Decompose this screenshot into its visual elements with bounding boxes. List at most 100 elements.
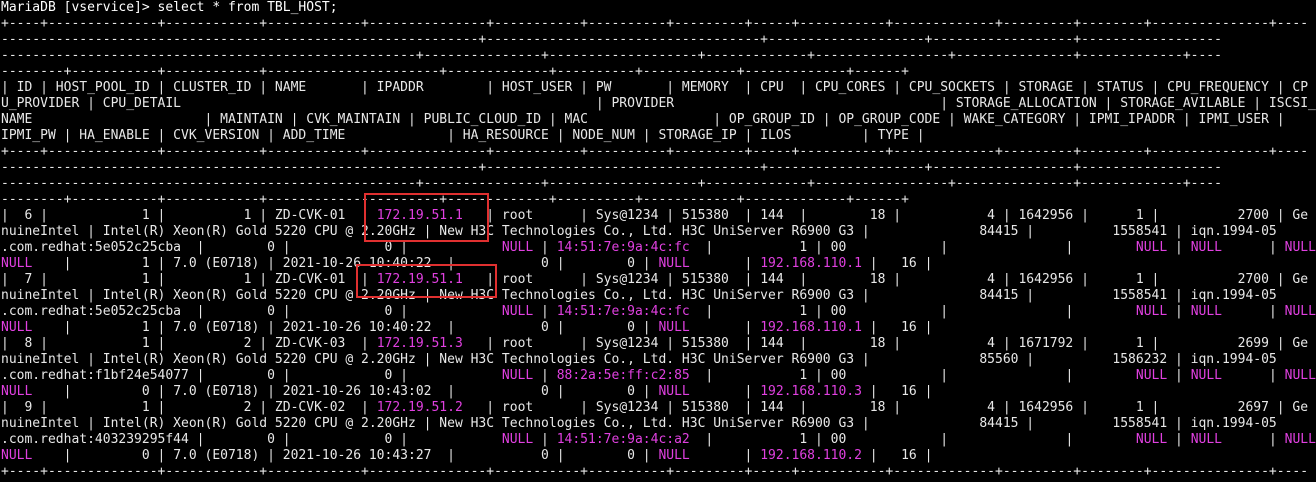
- terminal-output[interactable]: MariaDB [vservice]> select * from TBL_HO…: [1, 0, 1316, 482]
- text-segment: --------+-----------+------------+------…: [1, 192, 909, 207]
- text-segment: | 1 | 7.0 (E0718) | 2021-10-26 10:40:22 …: [32, 320, 659, 335]
- text-segment: |: [533, 240, 557, 255]
- text-segment: .com.redhat:403239295f44 | 0 | 0 |: [1, 432, 502, 447]
- terminal-line: NULL | 0 | 7.0 (E0718) | 2021-10-26 10:4…: [1, 448, 1316, 464]
- text-segment: | 1 | 00 | |: [689, 432, 1136, 447]
- null-value: NULL: [658, 256, 690, 271]
- null-value: NULL: [501, 368, 534, 383]
- terminal-line: IPMI_PW | HA_ENABLE | CVK_VERSION | ADD_…: [1, 128, 1316, 144]
- null-value: NULL: [1135, 432, 1168, 447]
- terminal-line: ----------------------------------------…: [1, 48, 1316, 64]
- terminal-line: +----+--------------+------------+------…: [1, 16, 1316, 32]
- ip-address-value: 172.19.51.1: [376, 272, 463, 287]
- text-segment: |: [533, 432, 557, 447]
- text-segment: | 16 |: [861, 256, 933, 271]
- text-segment: |: [1222, 368, 1285, 383]
- ip-address-value: 192.168.110.3: [760, 384, 862, 399]
- ip-address-value: 172.19.51.1: [376, 208, 463, 223]
- null-value: NULL: [1284, 304, 1316, 319]
- null-value: NULL: [1, 448, 33, 463]
- null-value: NULL: [1284, 432, 1316, 447]
- text-segment: |: [1167, 240, 1191, 255]
- terminal-line: NULL | 1 | 7.0 (E0718) | 2021-10-26 10:4…: [1, 256, 1316, 272]
- terminal-line: nuineIntel | Intel(R) Xeon(R) Gold 5220 …: [1, 224, 1316, 240]
- text-segment: | 1 | 00 | |: [689, 240, 1136, 255]
- terminal-line: +----+--------------+------------+------…: [1, 144, 1316, 160]
- text-segment: |: [1167, 432, 1191, 447]
- text-segment: +----+--------------+------------+------…: [1, 16, 1309, 31]
- null-value: NULL: [1135, 304, 1168, 319]
- text-segment: |: [689, 384, 761, 399]
- text-segment: +----+--------------+------------+------…: [1, 464, 1309, 479]
- text-segment: --------+-----------+------------+------…: [1, 64, 909, 79]
- command-prompt-line: MariaDB [vservice]> select * from TBL_HO…: [1, 0, 1316, 16]
- ip-address-value: 192.168.110.1: [760, 256, 862, 271]
- text-segment: .com.redhat:f1bf24e54077 | 0 | 0 |: [1, 368, 502, 383]
- null-value: NULL: [1135, 240, 1168, 255]
- terminal-line: | 8 | 1 | 2 | ZD-CVK-03 | 172.19.51.3 | …: [1, 336, 1316, 352]
- text-segment: | root | Sys@1234 | 515380 | 144 | 18 | …: [462, 272, 1309, 287]
- text-segment: | 9 | 1 | 2 | ZD-CVK-02 |: [1, 400, 377, 415]
- null-value: NULL: [501, 304, 534, 319]
- terminal-line: | ID | HOST_POOL_ID | CLUSTER_ID | NAME …: [1, 80, 1316, 96]
- text-segment: |: [1222, 432, 1285, 447]
- terminal-line: nuineIntel | Intel(R) Xeon(R) Gold 5220 …: [1, 352, 1316, 368]
- null-value: NULL: [1284, 240, 1316, 255]
- text-segment: nuineIntel | Intel(R) Xeon(R) Gold 5220 …: [1, 224, 1277, 239]
- null-value: NULL: [1190, 368, 1222, 383]
- text-segment: | root | Sys@1234 | 515380 | 144 | 18 | …: [462, 208, 1309, 223]
- text-segment: |: [689, 320, 761, 335]
- sql-command-text: MariaDB [vservice]> select * from TBL_HO…: [1, 0, 338, 15]
- text-segment: | 1 | 7.0 (E0718) | 2021-10-26 10:40:22 …: [32, 256, 659, 271]
- terminal-line: | 7 | 1 | 1 | ZD-CVK-01 | 172.19.51.1 | …: [1, 272, 1316, 288]
- text-segment: .com.redhat:5e052c25cba | 0 | 0 |: [1, 240, 502, 255]
- text-segment: .com.redhat:5e052c25cba | 0 | 0 |: [1, 304, 502, 319]
- text-segment: |: [1222, 304, 1285, 319]
- text-segment: nuineIntel | Intel(R) Xeon(R) Gold 5220 …: [1, 416, 1277, 431]
- text-segment: | 16 |: [861, 384, 933, 399]
- terminal-line: +----+--------------+------------+------…: [1, 464, 1316, 480]
- text-segment: nuineIntel | Intel(R) Xeon(R) Gold 5220 …: [1, 352, 1277, 367]
- null-value: NULL: [501, 240, 534, 255]
- text-segment: |: [1167, 304, 1191, 319]
- terminal-line: ----------------------------------------…: [1, 32, 1316, 48]
- text-segment: ----------------------------------------…: [1, 48, 1222, 63]
- terminal-line: ----------------------------------------…: [1, 160, 1316, 176]
- terminal-line: .com.redhat:f1bf24e54077 | 0 | 0 | NULL …: [1, 368, 1316, 384]
- null-value: NULL: [501, 432, 534, 447]
- text-segment: | 8 | 1 | 2 | ZD-CVK-03 |: [1, 336, 377, 351]
- ip-address-value: 172.19.51.2: [376, 400, 463, 415]
- terminal-line: --------+-----------+------------+------…: [1, 64, 1316, 80]
- terminal-line: NULL | 0 | 7.0 (E0718) | 2021-10-26 10:4…: [1, 384, 1316, 400]
- text-segment: | 0 | 7.0 (E0718) | 2021-10-26 10:43:02 …: [32, 384, 659, 399]
- terminal-line: U_PROVIDER | CPU_DETAIL | PROVIDER | STO…: [1, 96, 1316, 112]
- terminal-line: | 6 | 1 | 1 | ZD-CVK-01 | 172.19.51.1 | …: [1, 208, 1316, 224]
- text-segment: | 16 |: [861, 320, 933, 335]
- ip-address-value: 192.168.110.2: [760, 448, 862, 463]
- text-segment: U_PROVIDER | CPU_DETAIL | PROVIDER | STO…: [1, 96, 1316, 111]
- mac-address-value: 88:2a:5e:ff:c2:85: [556, 368, 690, 383]
- null-value: NULL: [1135, 368, 1168, 383]
- text-segment: |: [1167, 368, 1191, 383]
- text-segment: |: [689, 448, 761, 463]
- null-value: NULL: [1, 384, 33, 399]
- terminal-line: nuineIntel | Intel(R) Xeon(R) Gold 5220 …: [1, 288, 1316, 304]
- terminal-line: ----------------------------------------…: [1, 176, 1316, 192]
- null-value: NULL: [658, 384, 690, 399]
- null-value: NULL: [1190, 432, 1222, 447]
- text-segment: | 6 | 1 | 1 | ZD-CVK-01 |: [1, 208, 377, 223]
- null-value: NULL: [658, 448, 690, 463]
- text-segment: |: [533, 368, 557, 383]
- text-segment: +----+--------------+------------+------…: [1, 144, 1309, 159]
- null-value: NULL: [658, 320, 690, 335]
- text-segment: nuineIntel | Intel(R) Xeon(R) Gold 5220 …: [1, 288, 1277, 303]
- null-value: NULL: [1284, 368, 1316, 383]
- ip-address-value: 172.19.51.3: [376, 336, 463, 351]
- text-segment: ----------------------------------------…: [1, 160, 1222, 175]
- text-segment: |: [689, 256, 761, 271]
- null-value: NULL: [1, 320, 33, 335]
- null-value: NULL: [1, 256, 33, 271]
- text-segment: | 7 | 1 | 1 | ZD-CVK-01 |: [1, 272, 377, 287]
- terminal-line: .com.redhat:403239295f44 | 0 | 0 | NULL …: [1, 432, 1316, 448]
- text-segment: | 16 |: [861, 448, 933, 463]
